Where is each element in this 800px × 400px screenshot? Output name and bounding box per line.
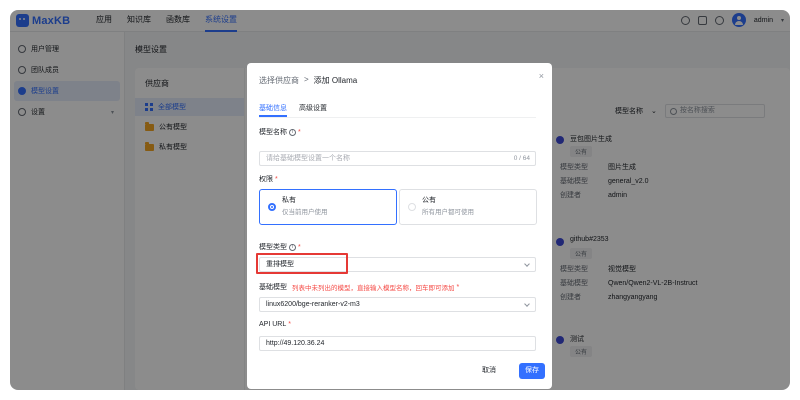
model-name-input[interactable]: 请给基础模型设置一个名称 0 / 64 [259, 151, 536, 166]
permission-label: 权限 [259, 176, 273, 183]
permission-option-title: 公有 [422, 197, 436, 204]
dialog-title: 添加 Ollama [313, 76, 358, 85]
add-model-dialog: 选择供应商 > 添加 Ollama × 基础信息 高级设置 模型名称 i * 请… [247, 63, 552, 389]
api-url-value: http://49.120.36.24 [266, 340, 325, 347]
dialog-breadcrumb: 选择供应商 > 添加 Ollama [259, 75, 357, 86]
api-url-input[interactable]: http://49.120.36.24 [259, 336, 536, 351]
permission-option-title: 私有 [282, 197, 296, 204]
permission-label-row: 权限 * [259, 174, 278, 184]
permission-option-private[interactable]: 私有 仅当前用户使用 [259, 189, 397, 225]
base-model-select[interactable]: linux6200/bge-reranker-v2-m3 [259, 297, 536, 312]
required-mark: * [298, 243, 301, 251]
annotation-highlight-box [256, 253, 348, 274]
dialog-tabs: 基础信息 高级设置 [259, 103, 327, 117]
model-type-label: 模型类型 [259, 244, 287, 251]
cancel-button[interactable]: 取消 [475, 363, 503, 379]
close-icon[interactable]: × [539, 71, 544, 81]
radio-private[interactable] [268, 203, 276, 211]
save-button[interactable]: 保存 [519, 363, 545, 379]
breadcrumb-separator: > [304, 75, 309, 84]
chevron-down-icon [524, 301, 530, 307]
required-mark: * [275, 175, 278, 183]
base-model-value: linux6200/bge-reranker-v2-m3 [266, 301, 360, 308]
breadcrumb-parent[interactable]: 选择供应商 [259, 75, 299, 86]
tab-advanced-settings[interactable]: 高级设置 [299, 103, 327, 117]
required-mark: * [288, 321, 291, 328]
required-mark: * [456, 283, 460, 291]
model-name-label-row: 模型名称 i * [259, 127, 301, 137]
tab-divider [259, 117, 536, 118]
char-counter: 0 / 64 [513, 155, 530, 162]
api-url-label-row: API URL * [259, 321, 291, 328]
tab-basic-info[interactable]: 基础信息 [259, 103, 287, 117]
model-name-label: 模型名称 [259, 129, 287, 136]
chevron-down-icon [524, 261, 530, 267]
info-icon[interactable]: i [289, 243, 296, 251]
app-window: MaxKB 应用 知识库 函数库 系统设置 admin ▾ 用户管理 团队成员 [10, 10, 790, 390]
permission-option-desc: 仅当前用户使用 [282, 209, 328, 216]
info-icon[interactable]: i [289, 128, 296, 136]
base-model-hint: 列表中未列出的模型，直接输入模型名称，回车即可添加 [292, 285, 455, 292]
radio-public[interactable] [408, 203, 416, 211]
model-type-label-row: 模型类型 i * [259, 242, 301, 252]
permission-option-public[interactable]: 公有 所有用户都可使用 [399, 189, 537, 225]
required-mark: * [298, 128, 301, 136]
base-model-label: 基础模型 [259, 284, 287, 291]
base-model-label-row: 基础模型 列表中未列出的模型，直接输入模型名称，回车即可添加 * [259, 282, 460, 293]
permission-option-desc: 所有用户都可使用 [422, 209, 474, 216]
model-name-placeholder: 请给基础模型设置一个名称 [266, 155, 350, 162]
api-url-label: API URL [259, 321, 287, 328]
